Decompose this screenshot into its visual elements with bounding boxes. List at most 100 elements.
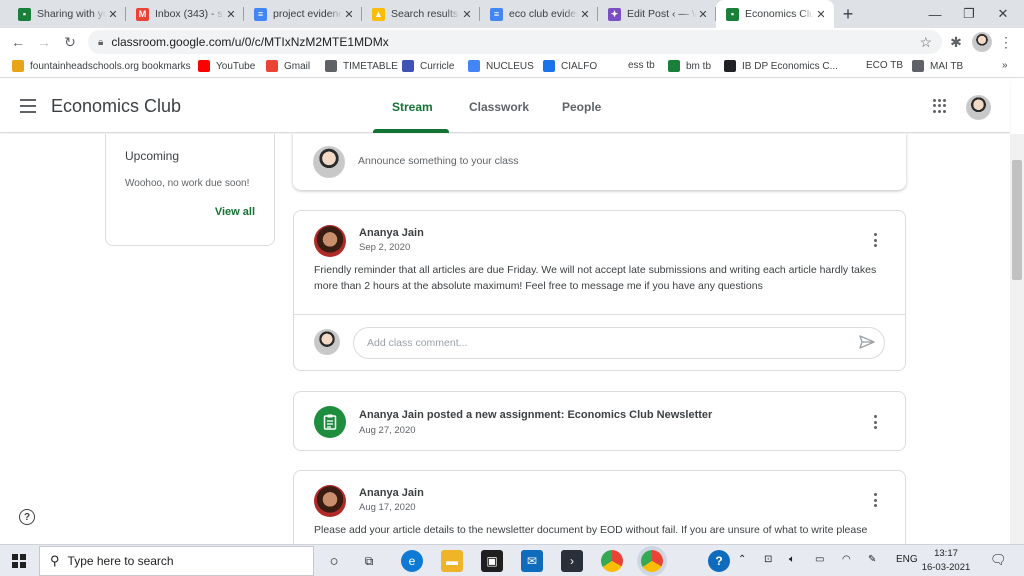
announce-box[interactable]: Announce something to your class: [293, 134, 906, 190]
tab-close-icon[interactable]: ✕: [578, 8, 592, 21]
bookmark-item[interactable]: Curricle: [402, 60, 454, 72]
tab-label: project evidence: [273, 8, 342, 20]
pen-icon[interactable]: ✎: [868, 554, 876, 565]
bookmark-item[interactable]: IB DP Economics C...: [724, 60, 838, 72]
active-tab-indicator: [373, 129, 449, 133]
tab-favicon-icon: ▪: [726, 7, 739, 21]
bookmark-label: Curricle: [420, 60, 455, 72]
tab-close-icon[interactable]: ✕: [106, 8, 120, 21]
extensions-icon[interactable]: ✱: [946, 32, 966, 52]
edge-icon[interactable]: e: [401, 550, 423, 572]
class-title[interactable]: Economics Club: [51, 96, 181, 117]
file-explorer-icon[interactable]: ▬: [441, 550, 463, 572]
tab-close-icon[interactable]: ✕: [696, 8, 710, 21]
tab-close-icon[interactable]: ✕: [342, 8, 356, 21]
notifications-icon[interactable]: 🗨︎: [990, 552, 1007, 568]
help-icon[interactable]: ?: [19, 509, 35, 525]
bookmark-item[interactable]: TIMETABLE: [325, 60, 398, 72]
browser-tab[interactable]: ≡ eco club evidence✕: [480, 0, 598, 28]
tab-close-icon[interactable]: ✕: [814, 8, 828, 21]
tab-favicon-icon: M: [136, 7, 149, 21]
battery-icon[interactable]: ▭: [815, 554, 824, 565]
browser-tab[interactable]: ▪ Sharing with you✕: [8, 0, 126, 28]
terminal-icon[interactable]: ›: [561, 550, 583, 572]
tray-expand-icon[interactable]: ⌃: [738, 554, 746, 565]
mail-icon[interactable]: ✉: [521, 550, 543, 572]
bookmarks-bar: fountainheadschools.org bookmarks YouTube…: [0, 56, 1024, 78]
browser-tab[interactable]: M Inbox (343) - s.s ✕: [126, 0, 244, 28]
scrollbar-thumb[interactable]: [1012, 160, 1022, 280]
tab-people[interactable]: People: [562, 100, 601, 114]
bookmark-item[interactable]: bm tb: [668, 60, 711, 72]
bookmark-item[interactable]: NUCLEUS: [468, 60, 534, 72]
author-avatar: [314, 225, 346, 257]
assignment-post[interactable]: Ananya Jain posted a new assignment: Eco…: [293, 391, 906, 451]
browser-toolbar: ← → ↻ 🔒︎ classroom.google.com/u/0/c/MTIx…: [0, 28, 1024, 56]
account-avatar[interactable]: [966, 95, 991, 120]
google-apps-icon[interactable]: [933, 99, 947, 113]
more-options-icon[interactable]: [874, 233, 878, 247]
bookmark-item[interactable]: ess tb: [628, 60, 655, 71]
more-options-icon[interactable]: [874, 415, 878, 429]
chrome-active-icon[interactable]: [641, 550, 663, 572]
main-menu-icon[interactable]: [20, 99, 36, 113]
bookmark-item[interactable]: fountainheadschools.org bookmarks: [12, 60, 191, 72]
post-author[interactable]: Ananya Jain: [359, 227, 424, 239]
globe-icon: [912, 60, 924, 72]
tab-close-icon[interactable]: ✕: [460, 8, 474, 21]
bookmark-item[interactable]: ECO TB: [866, 60, 903, 71]
announce-placeholder[interactable]: Announce something to your class: [358, 155, 519, 167]
class-comment-input[interactable]: Add class comment...: [353, 327, 885, 359]
store-icon[interactable]: ▣: [481, 550, 503, 572]
task-view-icon[interactable]: ⧉: [358, 550, 380, 572]
clock-date: 16-03-2021: [921, 562, 971, 573]
bookmark-item[interactable]: MAI TB: [912, 60, 963, 72]
more-options-icon[interactable]: [874, 493, 878, 507]
browser-tab[interactable]: ✦ Edit Post ‹ — W ✕: [598, 0, 716, 28]
taskbar-clock[interactable]: 13:17 16-03-2021: [916, 547, 976, 575]
bookmark-item[interactable]: CIALFO: [543, 60, 597, 72]
browser-tab[interactable]: ▪ Economics Club ✕: [716, 0, 834, 28]
bookmark-label: NUCLEUS: [486, 60, 534, 72]
bookmark-item[interactable]: Gmail: [266, 60, 310, 72]
post-body: Please add your article details to the n…: [314, 524, 868, 536]
close-window-button[interactable]: ✕: [980, 0, 1024, 28]
language-indicator[interactable]: ENG: [896, 554, 918, 565]
reload-button[interactable]: ↻: [60, 32, 80, 52]
tab-classwork[interactable]: Classwork: [469, 100, 529, 114]
new-tab-button[interactable]: +: [834, 0, 862, 28]
youtube-icon: [198, 60, 210, 72]
page-scrollbar[interactable]: [1010, 134, 1024, 544]
bookmark-label: YouTube: [216, 60, 256, 72]
windows-start-icon[interactable]: [12, 554, 26, 568]
help-tray-icon[interactable]: ?: [708, 550, 730, 572]
browser-menu-icon[interactable]: ⋮: [996, 32, 1016, 52]
view-all-link[interactable]: View all: [215, 206, 255, 218]
back-button[interactable]: ←: [8, 32, 28, 52]
profile-avatar[interactable]: [972, 32, 992, 52]
send-icon[interactable]: [859, 334, 875, 350]
address-bar[interactable]: 🔒︎ classroom.google.com/u/0/c/MTIxNzM2MT…: [88, 30, 942, 54]
globe-icon: [325, 60, 337, 72]
tab-stream[interactable]: Stream: [392, 100, 433, 114]
browser-tab[interactable]: ≡ project evidence ✕: [244, 0, 362, 28]
bookmarks-overflow-icon[interactable]: »: [1002, 60, 1008, 71]
bookmark-label: Gmail: [284, 60, 311, 72]
bookmark-item[interactable]: YouTube: [198, 60, 255, 72]
browser-tab[interactable]: ▲ Search results - ✕: [362, 0, 480, 28]
tab-close-icon[interactable]: ✕: [224, 8, 238, 21]
volume-icon[interactable]: 🔈︎: [789, 554, 795, 565]
cortana-icon[interactable]: ○: [323, 550, 345, 572]
classroom-header: Economics Club Stream Classwork People: [0, 79, 1010, 133]
bookmark-label: ess tb: [628, 60, 655, 71]
meet-now-icon[interactable]: ⊡: [764, 554, 772, 565]
post-author[interactable]: Ananya Jain: [359, 487, 424, 499]
assignment-title[interactable]: Ananya Jain posted a new assignment: Eco…: [359, 409, 712, 421]
forward-button[interactable]: →: [34, 32, 54, 52]
taskbar-search-box[interactable]: ⚲ Type here to search: [39, 546, 314, 576]
stream-post: Ananya Jain Sep 2, 2020 Friendly reminde…: [293, 210, 906, 371]
chrome-icon[interactable]: [601, 550, 623, 572]
tab-label: Sharing with you: [37, 8, 106, 20]
bookmark-star-icon[interactable]: ☆: [919, 34, 932, 51]
wifi-icon[interactable]: ◠: [842, 554, 851, 565]
